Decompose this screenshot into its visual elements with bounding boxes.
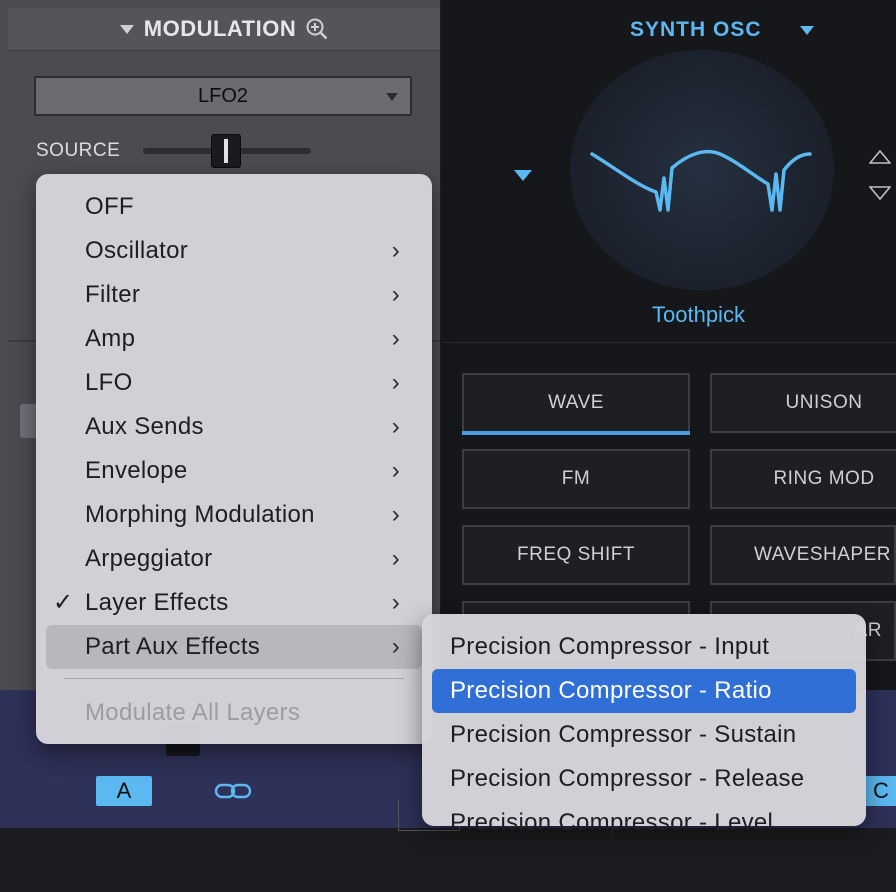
submenu-item-sustain[interactable]: Precision Compressor - Sustain (432, 713, 856, 757)
menu-item-modulate-all-layers: Modulate All Layers (46, 691, 422, 735)
menu-item-aux-sends[interactable]: Aux Sends › (46, 405, 422, 449)
source-slider-thumb[interactable] (211, 134, 241, 168)
menu-item-label: Modulate All Layers (85, 699, 301, 726)
menu-item-label: Layer Effects (85, 589, 229, 616)
menu-item-morphing-modulation[interactable]: Morphing Modulation › (46, 493, 422, 537)
synth-osc-title: SYNTH OSC (630, 18, 762, 41)
ring-mod-button[interactable]: RING MOD (710, 449, 896, 509)
modulation-title-row: MODULATION (8, 8, 440, 50)
wave-down-arrow-icon[interactable] (869, 186, 891, 200)
layer-c-button[interactable]: C (866, 776, 896, 806)
menu-item-label: Arpeggiator (85, 545, 213, 572)
menu-item-off[interactable]: OFF (46, 185, 422, 229)
menu-items: OFF Oscillator › Filter › Amp › LFO › Au… (36, 174, 432, 744)
menu-item-label: Amp (85, 325, 136, 352)
menu-item-part-aux-effects[interactable]: Part Aux Effects › (46, 625, 422, 669)
menu-separator (64, 678, 404, 679)
lfo-select[interactable]: LFO2 (34, 76, 412, 116)
osc-divider (442, 342, 896, 343)
menu-item-envelope[interactable]: Envelope › (46, 449, 422, 493)
layer-a-button[interactable]: A (96, 776, 152, 806)
chevron-right-icon: › (391, 457, 400, 484)
chevron-right-icon: › (391, 325, 400, 352)
chevron-down-icon (386, 93, 398, 101)
link-icon[interactable] (214, 782, 252, 800)
menu-item-label: OFF (85, 193, 134, 220)
menu-item-lfo[interactable]: LFO › (46, 361, 422, 405)
source-label: SOURCE (36, 140, 121, 161)
chevron-right-icon: › (391, 413, 400, 440)
menu-item-oscillator[interactable]: Oscillator › (46, 229, 422, 273)
menu-item-filter[interactable]: Filter › (46, 273, 422, 317)
menu-item-label: Filter (85, 281, 141, 308)
menu-item-layer-effects[interactable]: ✓ Layer Effects › (46, 581, 422, 625)
unison-button[interactable]: UNISON (710, 373, 896, 433)
menu-item-label: Morphing Modulation (85, 501, 315, 528)
modulation-title: MODULATION (143, 16, 297, 41)
menu-item-label: Aux Sends (85, 413, 204, 440)
waveform-display[interactable] (570, 50, 834, 290)
submenu-item-level[interactable]: Precision Compressor - Level (432, 801, 856, 845)
waveform-name: Toothpick (652, 302, 745, 327)
lfo-select-value: LFO2 (197, 84, 249, 107)
chevron-right-icon: › (391, 545, 400, 572)
fm-button[interactable]: FM (462, 449, 690, 509)
chevron-right-icon: › (391, 281, 400, 308)
modulation-header: MODULATION (8, 8, 440, 51)
menu-item-label: Part Aux Effects (85, 633, 261, 660)
submenu-item-release[interactable]: Precision Compressor - Release (432, 757, 856, 801)
menu-item-label: Envelope (85, 457, 188, 484)
chevron-right-icon: › (391, 589, 400, 616)
osc-menu-chevron-icon[interactable] (800, 26, 814, 35)
collapse-triangle-icon[interactable] (119, 24, 134, 34)
waveshaper-button[interactable]: WAVESHAPER (710, 525, 896, 585)
chevron-right-icon: › (391, 501, 400, 528)
freq-shift-button[interactable]: FREQ SHIFT (462, 525, 690, 585)
submenu-item-ratio[interactable]: Precision Compressor - Ratio (432, 669, 856, 713)
checkmark-icon: ✓ (53, 589, 74, 616)
chevron-right-icon: › (391, 237, 400, 264)
menu-item-amp[interactable]: Amp › (46, 317, 422, 361)
submenu-item-input[interactable]: Precision Compressor - Input (432, 625, 856, 669)
chevron-right-icon: › (391, 633, 400, 660)
zoom-in-icon[interactable] (306, 18, 328, 40)
wave-up-arrow-icon[interactable] (869, 150, 891, 164)
wave-prev-menu-icon[interactable] (514, 170, 532, 181)
menu-item-label: Oscillator (85, 237, 189, 264)
menu-item-label: LFO (85, 369, 133, 396)
menu-item-arpeggiator[interactable]: Arpeggiator › (46, 537, 422, 581)
waveform-graphic (590, 149, 812, 212)
wave-button[interactable]: WAVE (462, 373, 690, 435)
chevron-right-icon: › (391, 369, 400, 396)
part-aux-effects-submenu: Precision Compressor - Input Precision C… (422, 614, 866, 836)
